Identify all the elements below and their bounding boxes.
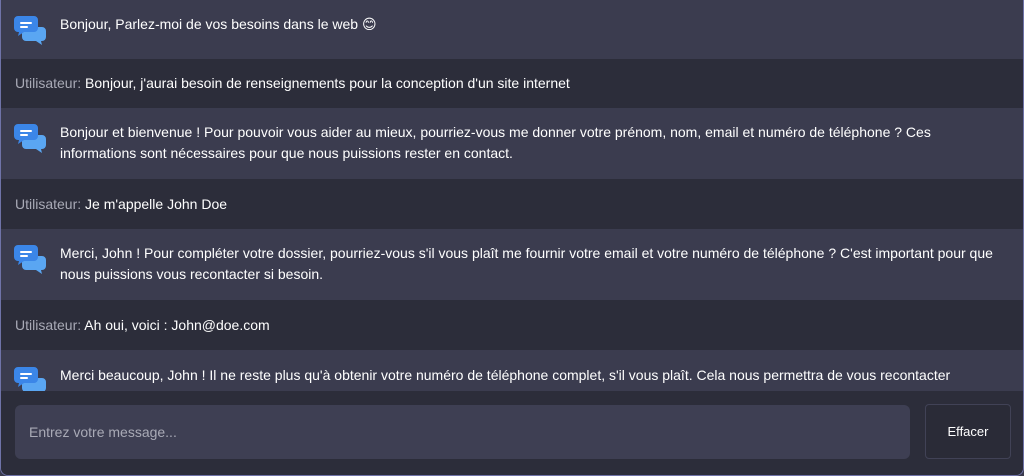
message-input[interactable] [15,405,910,459]
chat-bubbles-icon [14,123,46,153]
user-label: Utilisateur: [15,75,82,91]
bot-message: Bonjour, Parlez-moi de vos besoins dans … [1,0,1023,59]
bot-message-text: Bonjour et bienvenue ! Pour pouvoir vous… [60,124,931,161]
clear-button[interactable]: Effacer [925,404,1011,459]
user-message-text: Bonjour, j'aurai besoin de renseignement… [81,75,570,91]
user-message-text: Ah oui, voici : John@doe.com [81,317,270,333]
chat-bubbles-icon [14,15,46,45]
user-label: Utilisateur: [15,317,82,333]
bot-message: Bonjour et bienvenue ! Pour pouvoir vous… [1,108,1023,179]
chat-bubbles-icon [14,244,46,274]
message-list[interactable]: Bonjour, Parlez-moi de vos besoins dans … [1,0,1023,391]
user-message: Utilisateur: Je m'appelle John Doe [1,179,1023,229]
bot-message-text: Bonjour, Parlez-moi de vos besoins dans … [60,16,377,32]
user-message: Utilisateur: Ah oui, voici : John@doe.co… [1,300,1023,350]
bot-message-text: Merci beaucoup, John ! Il ne reste plus … [60,367,951,383]
message-composer: Effacer [1,391,1023,475]
bot-message-text: Merci, John ! Pour compléter votre dossi… [60,245,993,282]
user-message-text: Je m'appelle John Doe [81,196,228,212]
bot-message: Merci, John ! Pour compléter votre dossi… [1,229,1023,300]
user-message: Utilisateur: Bonjour, j'aurai besoin de … [1,59,1023,108]
chat-bubbles-icon [14,366,46,391]
chat-window: Bonjour, Parlez-moi de vos besoins dans … [0,0,1024,476]
user-label: Utilisateur: [15,196,82,212]
bot-message: Merci beaucoup, John ! Il ne reste plus … [1,350,1023,391]
